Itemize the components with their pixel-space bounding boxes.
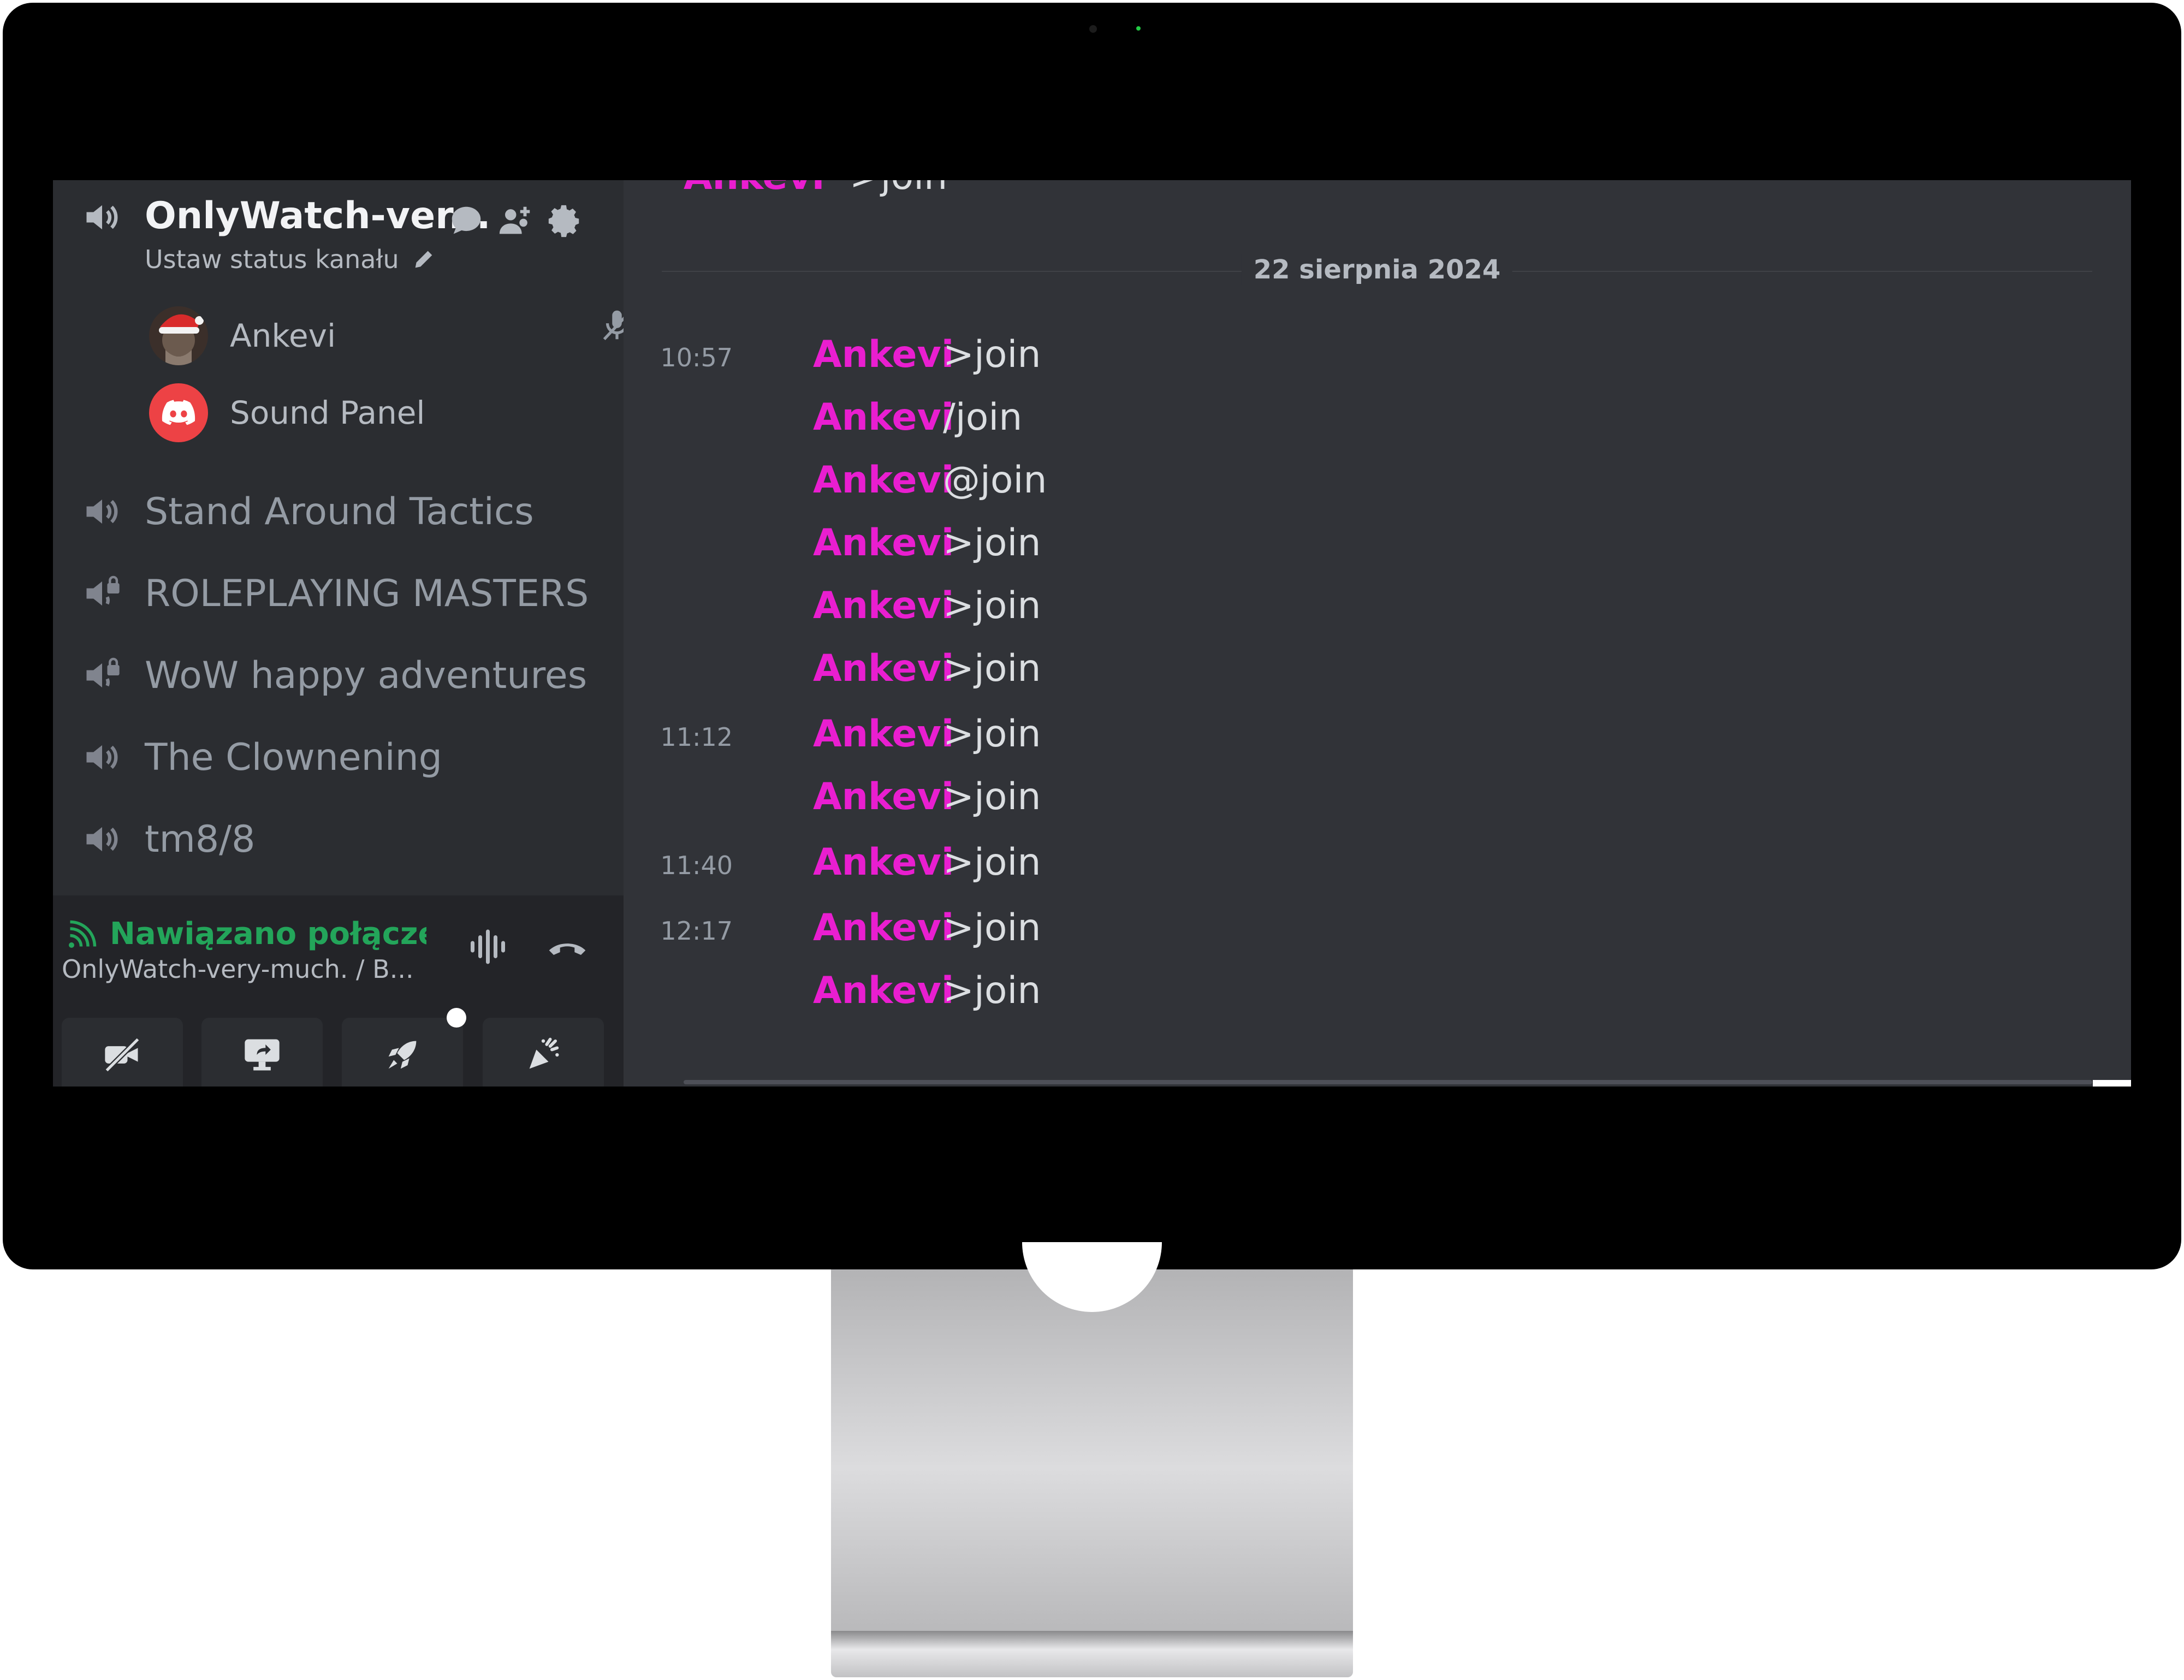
message-text: @join bbox=[943, 459, 1047, 502]
message-author[interactable]: Ankevi bbox=[813, 841, 954, 884]
gear-icon[interactable] bbox=[545, 202, 584, 240]
camera-icon bbox=[1089, 25, 1097, 33]
message-text: >join bbox=[943, 906, 1041, 949]
channel-status-label: Ustaw status kanału bbox=[145, 245, 399, 274]
voice-channel[interactable]: The Clownening bbox=[80, 730, 442, 785]
monitor-stand-base bbox=[831, 1631, 1353, 1677]
locked-speaker-icon bbox=[86, 575, 120, 606]
soundboard-icon bbox=[529, 1037, 559, 1069]
chat-message[interactable]: Ankevi >join bbox=[624, 967, 2098, 1016]
voice-channel[interactable]: ROLEPLAYING MASTERS bbox=[80, 566, 589, 621]
active-channel-name: OnlyWatch-ver... bbox=[145, 194, 491, 238]
add-member-icon[interactable] bbox=[496, 202, 535, 240]
message-author[interactable]: Ankevi bbox=[813, 713, 954, 756]
message-author[interactable]: Ankevi bbox=[813, 647, 954, 690]
message-author[interactable]: Ankevi bbox=[813, 775, 954, 818]
message-author[interactable]: Ankevi bbox=[813, 584, 954, 627]
message-author[interactable]: Ankevi bbox=[813, 969, 954, 1012]
connection-status[interactable]: Nawiązano połączenie bbox=[65, 916, 426, 952]
message-author[interactable]: Ankevi bbox=[813, 333, 954, 376]
voice-connection-panel: Nawiązano połączenie OnlyWatch-very-much… bbox=[53, 895, 624, 1087]
message-author[interactable]: Ankevi bbox=[813, 459, 954, 502]
voice-channel[interactable]: WoW happy adventures bbox=[80, 648, 587, 703]
connection-status-label: Nawiązano połączenie bbox=[110, 916, 426, 952]
channel-sidebar: OnlyWatch-ver... Ustaw status kanału Ank… bbox=[53, 180, 631, 1087]
channel-name: WoW happy adventures bbox=[145, 654, 587, 697]
signal-icon bbox=[69, 920, 97, 948]
screen-share-icon bbox=[245, 1039, 280, 1071]
camera-off-icon bbox=[105, 1037, 140, 1072]
chat-message[interactable]: Ankevi >join bbox=[624, 645, 2098, 694]
scroll-corner bbox=[2093, 1080, 2131, 1087]
message-text: >join bbox=[943, 584, 1041, 627]
chat-message[interactable]: Ankevi @join bbox=[624, 456, 2098, 506]
chat-message[interactable]: 12:17 Ankevi >join bbox=[624, 904, 2098, 953]
avatar bbox=[149, 306, 208, 365]
channel-name: ROLEPLAYING MASTERS bbox=[145, 572, 589, 615]
horizontal-scrollbar[interactable] bbox=[684, 1080, 2092, 1084]
message-timestamp: 10:57 bbox=[660, 343, 733, 372]
message-text: /join bbox=[943, 396, 1023, 439]
screen-share-button[interactable] bbox=[201, 1018, 323, 1087]
message-timestamp: 11:40 bbox=[660, 851, 733, 880]
discord-window: OnlyWatch-ver... Ustaw status kanału Ank… bbox=[53, 180, 2131, 1087]
chat-message[interactable]: Ankevi >join bbox=[624, 582, 2098, 631]
speaker-icon bbox=[86, 745, 118, 770]
voice-channel[interactable]: Stand Around Tactics bbox=[80, 484, 534, 539]
message-author[interactable]: Ankevi bbox=[813, 396, 954, 439]
channel-name: Stand Around Tactics bbox=[145, 490, 534, 533]
member-name: Ankevi bbox=[230, 317, 336, 354]
chat-bubble-icon[interactable] bbox=[447, 202, 485, 240]
speaker-icon bbox=[86, 499, 118, 524]
message-author[interactable]: Ankevi bbox=[684, 180, 824, 198]
message-timestamp: 12:17 bbox=[660, 916, 733, 946]
message-text: >join bbox=[943, 521, 1041, 565]
notification-dot bbox=[447, 1008, 466, 1028]
voice-member[interactable]: Ankevi bbox=[149, 306, 336, 366]
chat-message[interactable]: 10:57 Ankevi >join bbox=[624, 331, 2098, 380]
noise-suppression-icon[interactable] bbox=[464, 924, 516, 970]
locked-speaker-icon bbox=[86, 657, 120, 688]
message-author[interactable]: Ankevi bbox=[813, 521, 954, 565]
message-author[interactable]: Ankevi bbox=[813, 906, 954, 949]
monitor-stand bbox=[831, 1269, 1353, 1631]
chat-message[interactable]: Ankevi >join bbox=[624, 773, 2098, 822]
message-text: >join bbox=[943, 333, 1041, 376]
speaker-icon bbox=[86, 205, 118, 230]
rocket-icon bbox=[388, 1041, 417, 1069]
message-text: >join bbox=[850, 180, 947, 198]
message-text: >join bbox=[943, 969, 1041, 1012]
pencil-icon bbox=[415, 251, 432, 268]
date-divider: 22 sierpnia 2024 bbox=[662, 254, 2092, 287]
soundboard-button[interactable] bbox=[483, 1018, 604, 1087]
message-text: >join bbox=[943, 775, 1041, 818]
chat-panel: Ankevi >join 22 sierpnia 2024 10:57 Anke… bbox=[624, 180, 2131, 1087]
date-label: 22 sierpnia 2024 bbox=[1241, 254, 1513, 285]
message-partial: Ankevi >join bbox=[684, 180, 947, 199]
message-timestamp: 11:12 bbox=[660, 722, 733, 752]
channel-name: The Clownening bbox=[145, 735, 442, 779]
channel-name: tm8/8 bbox=[145, 817, 256, 861]
member-name: Sound Panel bbox=[230, 394, 425, 431]
discord-logo-icon bbox=[162, 400, 195, 425]
avatar bbox=[149, 383, 208, 442]
disconnect-icon[interactable] bbox=[541, 925, 594, 969]
speaker-icon bbox=[86, 827, 118, 852]
message-text: >join bbox=[943, 713, 1041, 756]
voice-member[interactable]: Sound Panel bbox=[149, 383, 425, 443]
message-text: >join bbox=[943, 647, 1041, 690]
chat-message[interactable]: 11:12 Ankevi >join bbox=[624, 710, 2098, 759]
activity-button[interactable] bbox=[342, 1008, 466, 1087]
channel-status[interactable]: Ustaw status kanału bbox=[145, 245, 436, 274]
camera-led-icon bbox=[1136, 26, 1141, 31]
chat-message[interactable]: Ankevi >join bbox=[624, 519, 2098, 568]
voice-channel[interactable]: tm8/8 bbox=[80, 812, 255, 866]
message-text: >join bbox=[943, 841, 1041, 884]
camera-off-button[interactable] bbox=[62, 1018, 183, 1087]
chat-message[interactable]: 11:40 Ankevi >join bbox=[624, 839, 2098, 888]
connection-channel[interactable]: OnlyWatch-very-much. / B... bbox=[62, 954, 414, 984]
chat-message[interactable]: Ankevi /join bbox=[624, 394, 2098, 443]
